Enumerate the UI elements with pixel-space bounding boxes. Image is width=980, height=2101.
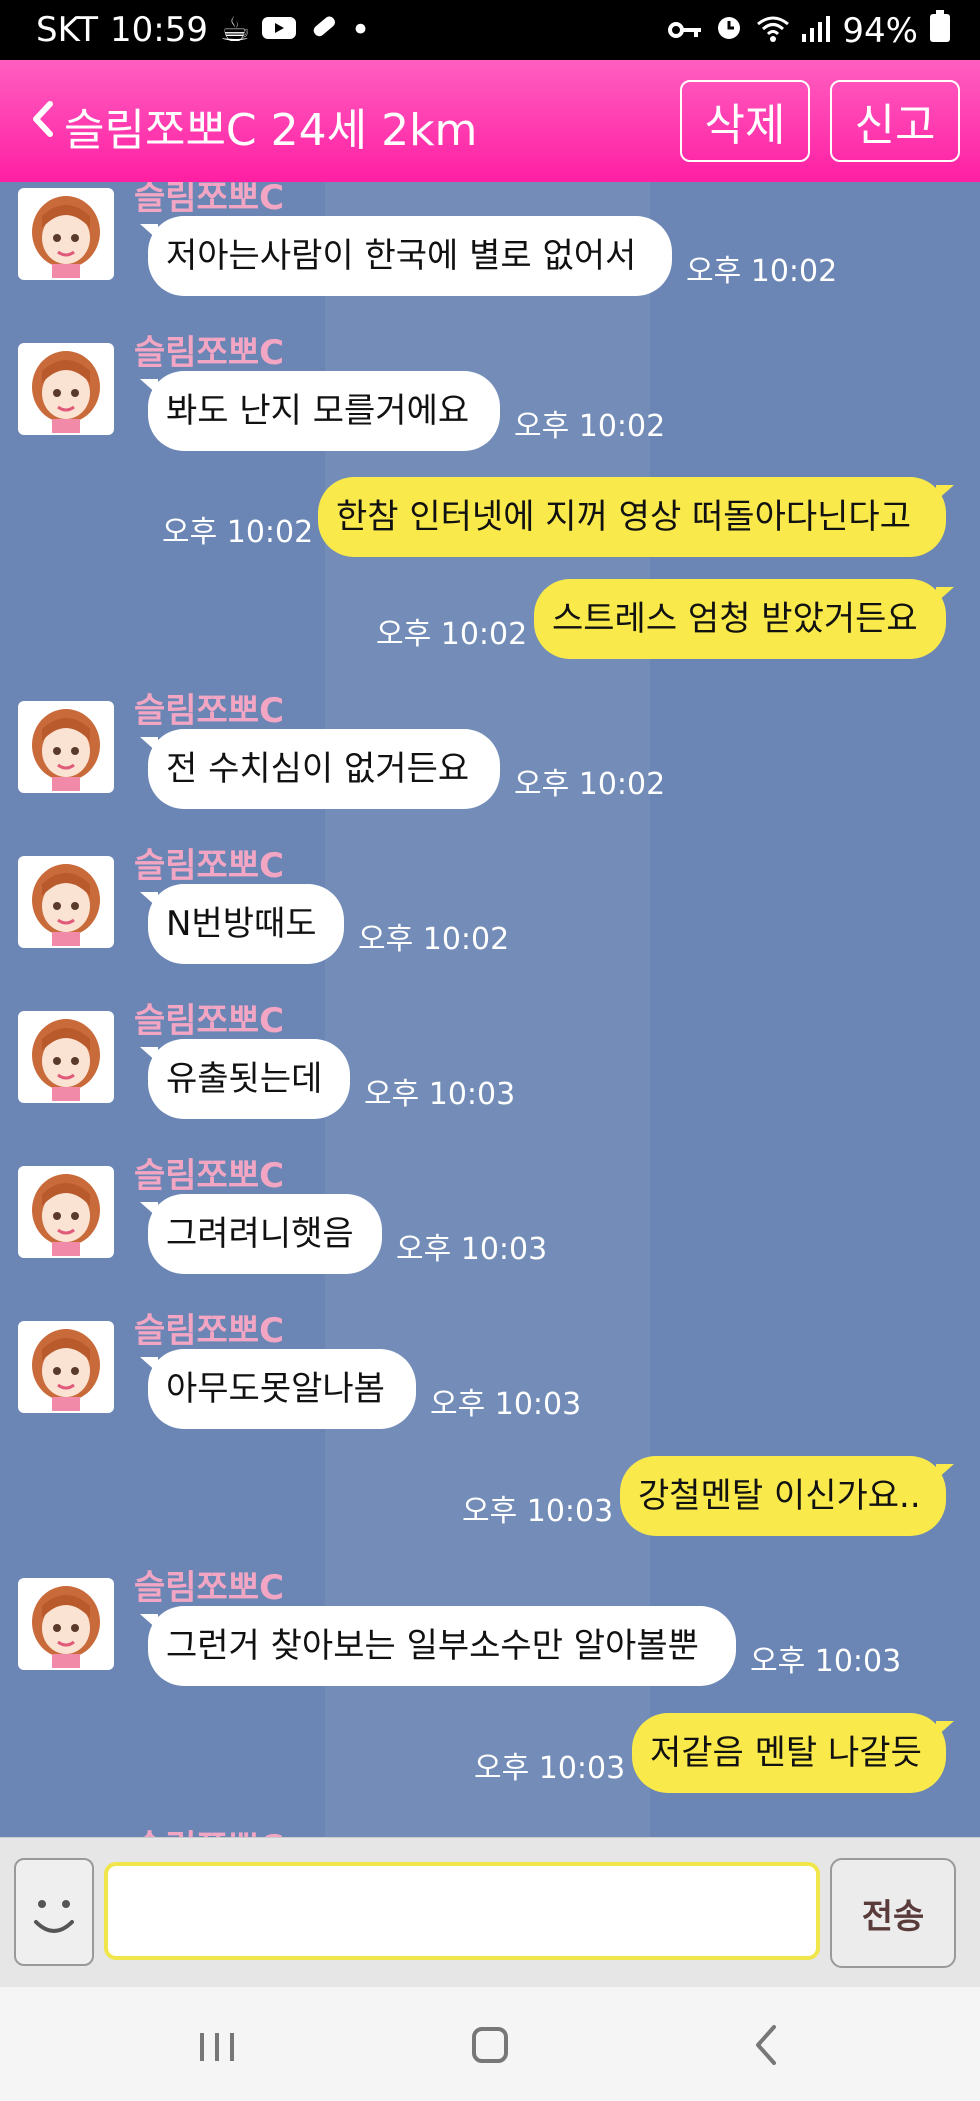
status-time: 10:59 — [110, 10, 208, 50]
outgoing-bubble-tail — [936, 1464, 954, 1480]
sender-name: 슬림쪼뽀C — [134, 182, 285, 218]
avatar[interactable] — [18, 701, 114, 793]
avatar[interactable] — [18, 1578, 114, 1670]
back-arrow-icon[interactable] — [22, 94, 62, 144]
message-timestamp: 오후 10:03 — [462, 1494, 614, 1529]
sender-name: 슬림쪼뽀C — [134, 1311, 285, 1351]
key-icon — [668, 11, 702, 51]
outgoing-bubble-tail — [936, 587, 954, 603]
incoming-message-bubble: N번방때도 — [148, 884, 344, 964]
delete-button[interactable]: 삭제 — [680, 80, 810, 162]
wifi-icon — [756, 11, 790, 51]
message-input[interactable] — [104, 1862, 820, 1960]
message-timestamp: 오후 10:02 — [514, 409, 666, 444]
message-timestamp: 오후 10:02 — [162, 515, 314, 550]
report-button[interactable]: 신고 — [830, 80, 960, 162]
incoming-bubble-tail — [140, 224, 158, 240]
back-icon[interactable] — [736, 2017, 796, 2073]
youtube-icon — [262, 10, 297, 50]
recent-apps-icon[interactable] — [188, 2017, 248, 2073]
sender-name: 슬림쪼뽀C — [134, 1568, 285, 1608]
sender-name: 슬림쪼뽀C — [134, 846, 285, 886]
outgoing-message-bubble: 스트레스 엄청 받았거든요 — [534, 579, 946, 659]
incoming-bubble-tail — [140, 892, 158, 908]
avatar[interactable] — [18, 1321, 114, 1413]
incoming-bubble-tail — [140, 1614, 158, 1630]
sender-name: 슬림쪼뽀C — [134, 1156, 285, 1196]
smiley-icon — [34, 1900, 74, 1933]
message-timestamp: 오후 10:02 — [686, 254, 838, 289]
incoming-bubble-tail — [140, 1202, 158, 1218]
chat-area[interactable]: 슬림쪼뽀C 저아는사람이 한국에 별로 없어서 오후 10:02 슬림쪼뽀C 봐도 난지… — [0, 182, 980, 1837]
sender-name: 슬림쪼뽀C — [134, 1001, 285, 1041]
avatar[interactable] — [18, 343, 114, 435]
dot-icon: • — [350, 10, 371, 50]
sender-name: 슬림쪼뽀C — [134, 1820, 284, 1837]
incoming-message-bubble: 유출됫는데 — [148, 1039, 350, 1119]
incoming-message-bubble: 아무도못알나봄 — [148, 1349, 416, 1429]
carrier: SKT — [36, 10, 99, 50]
message-timestamp: 오후 10:02 — [358, 922, 510, 957]
input-bar: 전송 — [0, 1837, 980, 1988]
send-button[interactable]: 전송 — [830, 1858, 956, 1968]
incoming-message-bubble: 그려려니햇음 — [148, 1194, 382, 1274]
home-icon[interactable] — [460, 2017, 520, 2073]
message-timestamp: 오후 10:03 — [396, 1232, 548, 1267]
message-timestamp: 오후 10:03 — [474, 1751, 626, 1786]
outgoing-bubble-tail — [936, 1721, 954, 1737]
sender-name: 슬림쪼뽀C — [134, 333, 285, 373]
battery-percent: 94% — [842, 10, 918, 51]
message-timestamp: 오후 10:02 — [376, 617, 528, 652]
cup-icon: ☕ — [220, 10, 251, 50]
avatar[interactable] — [18, 188, 114, 280]
avatar[interactable] — [18, 856, 114, 948]
outgoing-message-bubble: 한참 인터넷에 지꺼 영상 떠돌아다닌다고 — [318, 477, 946, 557]
avatar[interactable] — [18, 1166, 114, 1258]
sender-name: 슬림쪼뽀C — [134, 691, 285, 731]
message-timestamp: 오후 10:03 — [364, 1077, 516, 1112]
message-timestamp: 오후 10:02 — [514, 767, 666, 802]
battery-icon — [930, 10, 950, 51]
incoming-bubble-tail — [140, 737, 158, 753]
emoji-button[interactable] — [14, 1858, 94, 1966]
incoming-bubble-tail — [140, 379, 158, 395]
alarm-icon — [714, 11, 744, 51]
incoming-message-bubble: 전 수치심이 없거든요 — [148, 729, 500, 809]
incoming-message-bubble: 봐도 난지 모를거에요 — [148, 371, 500, 451]
outgoing-message-bubble: 저같음 멘탈 나갈듯 — [632, 1713, 946, 1793]
incoming-message-bubble: 저아는사람이 한국에 별로 없어서 — [148, 216, 672, 296]
chat-header: 슬림쪼뽀C 24세 2km 삭제 신고 — [0, 60, 980, 182]
incoming-bubble-tail — [140, 1047, 158, 1063]
android-nav-bar — [0, 1987, 980, 2101]
message-timestamp: 오후 10:03 — [430, 1387, 582, 1422]
status-bar: SKT 10:59 ☕ • 94% — [0, 0, 980, 60]
signal-icon — [802, 11, 831, 51]
outgoing-bubble-tail — [936, 485, 954, 501]
chat-title: 슬림쪼뽀C 24세 2km — [64, 105, 478, 156]
outgoing-message-bubble: 강철멘탈 이신가요.. — [620, 1456, 946, 1536]
avatar[interactable] — [18, 1011, 114, 1103]
pill-icon — [308, 10, 338, 50]
incoming-bubble-tail — [140, 1357, 158, 1373]
incoming-message-bubble: 그런거 찾아보는 일부소수만 알아볼뿐 — [148, 1606, 736, 1686]
message-timestamp: 오후 10:03 — [750, 1644, 902, 1679]
